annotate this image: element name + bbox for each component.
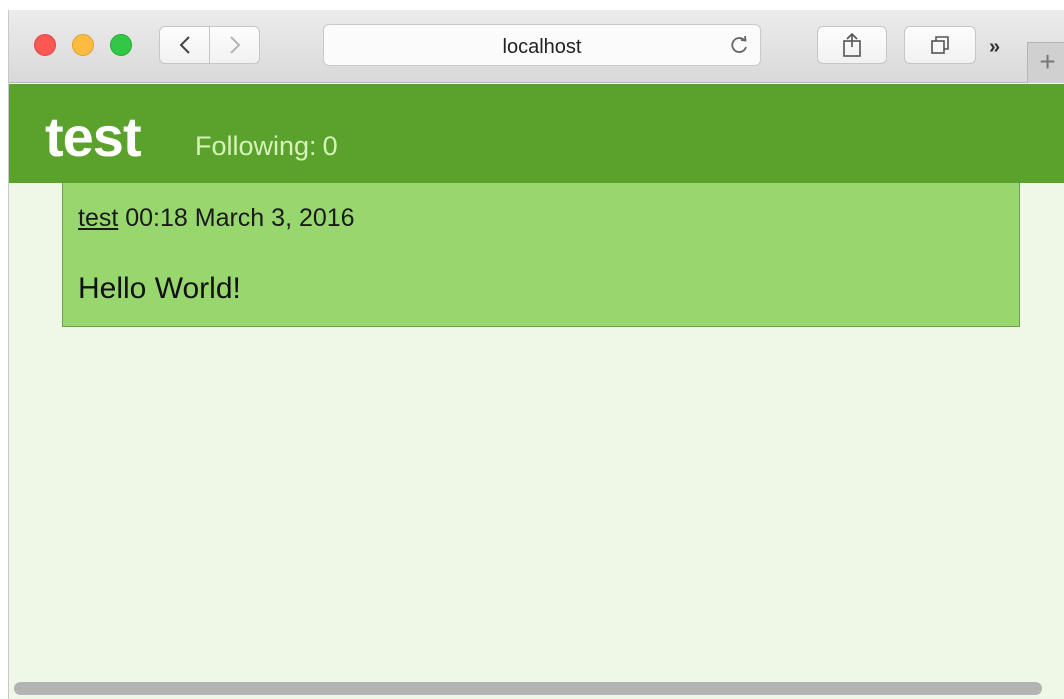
post-meta: test 00:18 March 3, 2016 xyxy=(78,204,355,233)
address-bar[interactable]: localhost xyxy=(323,24,761,66)
post-timestamp: 00:18 March 3, 2016 xyxy=(125,204,355,232)
address-text: localhost xyxy=(502,36,582,58)
tabs-icon xyxy=(931,36,949,54)
back-button[interactable] xyxy=(159,26,210,64)
post-body: Hello World! xyxy=(78,272,241,305)
navigation-buttons xyxy=(159,26,260,64)
browser-toolbar: localhost » + xyxy=(9,10,1064,83)
reload-icon[interactable] xyxy=(728,34,750,56)
chevron-left-icon xyxy=(179,36,190,54)
double-chevron-icon[interactable]: » xyxy=(989,36,1000,59)
profile-username: test xyxy=(45,105,142,168)
show-tabs-button[interactable] xyxy=(904,26,976,64)
chevron-right-icon xyxy=(229,36,240,54)
close-window-button[interactable] xyxy=(34,34,56,56)
browser-window: localhost » + test Following: 0 test 00:… xyxy=(8,10,1064,699)
minimize-window-button[interactable] xyxy=(72,34,94,56)
following-label: Following: xyxy=(195,131,317,161)
post-author-link[interactable]: test xyxy=(78,204,118,232)
profile-header: test Following: 0 xyxy=(9,84,1064,183)
share-button[interactable] xyxy=(817,26,887,64)
forward-button[interactable] xyxy=(209,26,260,64)
zoom-window-button[interactable] xyxy=(110,34,132,56)
new-tab-button[interactable]: + xyxy=(1027,42,1064,83)
following-count: 0 xyxy=(322,131,338,161)
following-status: Following: 0 xyxy=(195,131,338,162)
share-icon xyxy=(843,32,861,57)
post-card: test 00:18 March 3, 2016 Hello World! xyxy=(62,183,1020,327)
horizontal-scrollbar[interactable] xyxy=(14,682,1042,695)
